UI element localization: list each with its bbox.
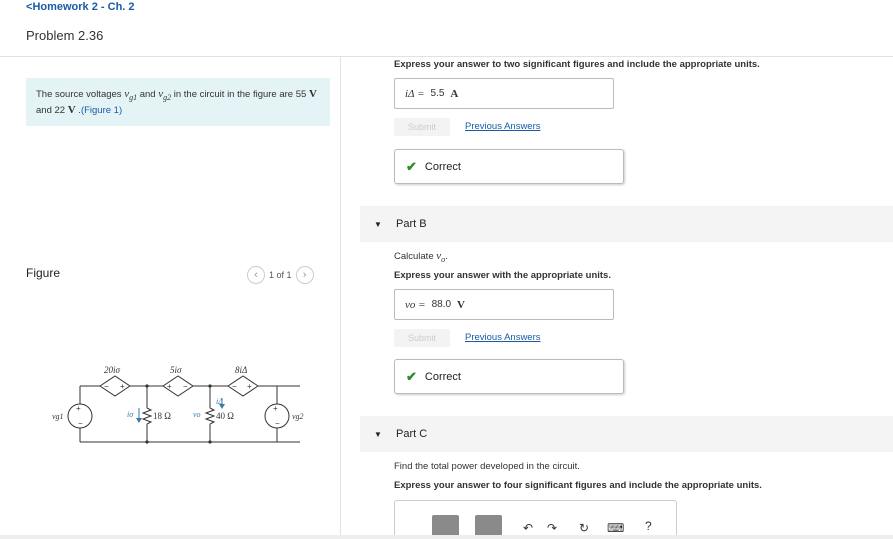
source-label-vg2: vg2: [292, 412, 304, 421]
header-divider: [0, 56, 893, 57]
page-title: Problem 2.36: [26, 28, 104, 43]
math-toolbar: ↶ ↷ ↻ ⌨ ?: [394, 500, 677, 539]
answer-label: vo =: [405, 298, 426, 311]
figure-pager: ‹ 1 of 1 ›: [247, 266, 314, 284]
svg-text:+: +: [273, 404, 278, 413]
svg-text:−: −: [78, 419, 83, 428]
circuit-diagram: + − + − − + + − − + 20iσ 5iσ 8iΔ 18 Ω 40…: [52, 365, 304, 444]
undo-icon[interactable]: ↶: [523, 521, 533, 535]
reset-icon[interactable]: ↻: [579, 521, 589, 535]
dep-source-label: 8iΔ: [235, 365, 247, 375]
svg-text:−: −: [232, 382, 237, 391]
dep-source-label: 20iσ: [104, 365, 121, 375]
svg-text:−: −: [104, 382, 109, 391]
check-icon: ✔: [406, 158, 417, 174]
svg-text:−: −: [183, 382, 188, 391]
prev-figure-button[interactable]: ‹: [247, 266, 265, 284]
partB-header[interactable]: ▼ Part B: [360, 206, 893, 242]
partB-answer-field[interactable]: vo = 88.0 V: [394, 289, 614, 320]
partC-prompt: Find the total power developed in the ci…: [394, 461, 580, 472]
pager-label: 1 of 1: [269, 270, 292, 280]
partB-previous-answers-link[interactable]: Previous Answers: [465, 332, 541, 343]
answer-value: 88.0: [431, 299, 452, 310]
next-figure-button[interactable]: ›: [295, 266, 314, 284]
var-vg2: vg2: [158, 88, 172, 103]
help-icon[interactable]: ?: [645, 519, 652, 533]
problem-statement: The source voltages vg1 and vg2 in the c…: [26, 78, 330, 126]
feedback-label: Correct: [424, 370, 461, 383]
figure-link[interactable]: (Figure 1): [81, 105, 122, 116]
column-divider: [340, 57, 341, 539]
current-label-isigma: iσ: [127, 410, 134, 419]
partA-submit-button[interactable]: Submit: [394, 118, 450, 136]
voltage-label-vo: vo: [193, 410, 201, 419]
partB-correct-feedback: ✔ Correct: [394, 359, 624, 394]
keyboard-icon[interactable]: ⌨: [607, 521, 624, 535]
answer-value: 5.5: [430, 88, 445, 99]
partB-prompt: Calculate vo.: [394, 250, 448, 265]
partB-instruction: Express your answer with the appropriate…: [394, 270, 611, 281]
back-link-homework[interactable]: <Homework 2 - Ch. 2: [26, 1, 135, 13]
svg-text:+: +: [167, 382, 172, 391]
back-link-label: Homework 2 - Ch. 2: [32, 1, 135, 13]
collapse-triangle-icon: ▼: [374, 429, 382, 439]
unit-volts: V: [67, 104, 76, 117]
svg-text:+: +: [247, 382, 252, 391]
partA-correct-feedback: ✔ Correct: [394, 149, 624, 184]
partA-instruction: Express your answer to two significant f…: [394, 59, 760, 70]
bottom-scrollbar[interactable]: [0, 535, 893, 539]
answer-label: iΔ =: [405, 87, 425, 100]
partB-submit-button[interactable]: Submit: [394, 329, 450, 347]
partA-answer-field[interactable]: iΔ = 5.5 A: [394, 78, 614, 109]
partC-title: Part C: [396, 428, 428, 440]
statement-text: in the circuit in the figure are 55: [171, 89, 309, 100]
unit-volts: V: [308, 88, 317, 100]
resistor-label: 40 Ω: [216, 411, 234, 421]
feedback-label: Correct: [424, 160, 461, 173]
partC-header[interactable]: ▼ Part C: [360, 416, 893, 452]
answer-unit: A: [450, 87, 459, 100]
var-vg1: vg1: [124, 88, 138, 103]
statement-text: and: [137, 89, 159, 100]
figure-heading: Figure: [26, 266, 61, 280]
collapse-triangle-icon: ▼: [374, 219, 382, 229]
partB-title: Part B: [396, 218, 427, 230]
svg-text:−: −: [275, 419, 280, 428]
svg-text:+: +: [120, 382, 125, 391]
svg-text:+: +: [76, 404, 81, 413]
resistor-label: 18 Ω: [153, 411, 171, 421]
redo-icon[interactable]: ↷: [547, 521, 557, 535]
check-icon: ✔: [406, 368, 417, 384]
dep-source-label: 5iσ: [170, 365, 182, 375]
source-label-vg1: vg1: [52, 412, 64, 421]
partC-instruction: Express your answer to four significant …: [394, 480, 762, 491]
statement-text: The source voltages: [36, 89, 125, 100]
partA-previous-answers-link[interactable]: Previous Answers: [465, 121, 541, 132]
answer-unit: V: [457, 298, 465, 311]
statement-text: and 22: [36, 105, 68, 117]
